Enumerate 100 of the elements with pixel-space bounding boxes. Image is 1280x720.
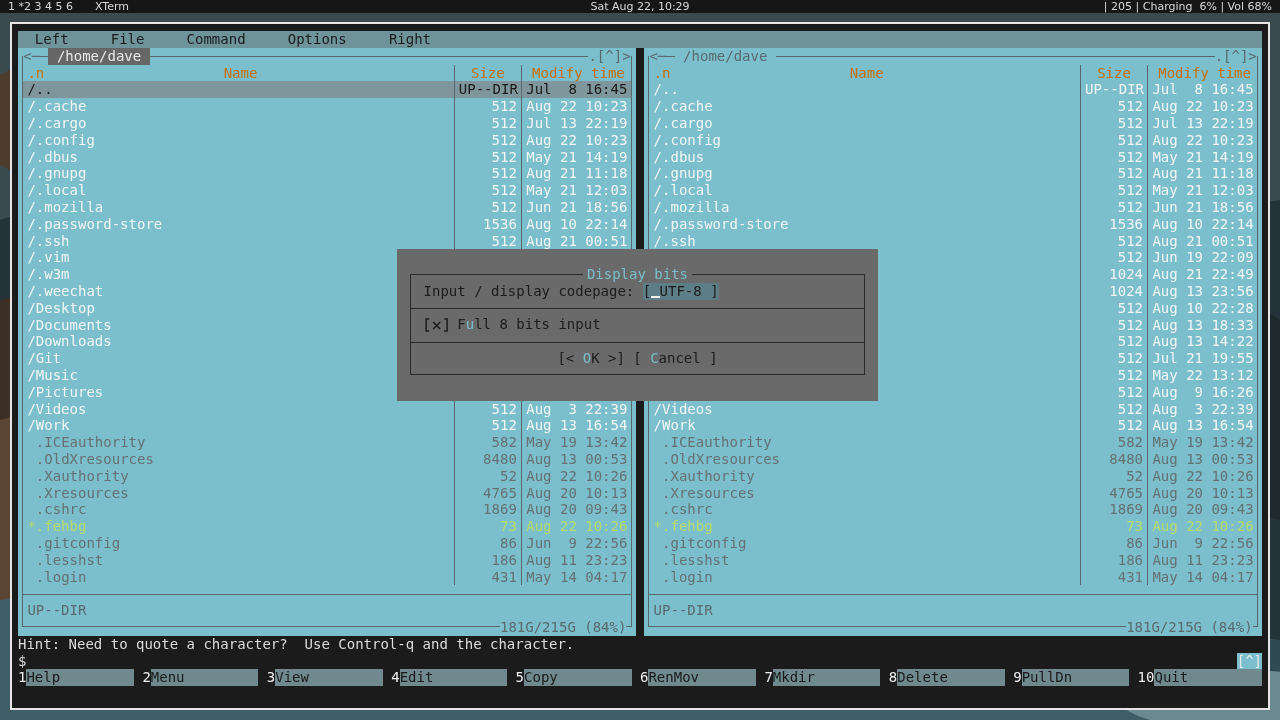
function-key[interactable]: Mkdir <box>772 669 881 687</box>
file-row[interactable]: .cshrc 1869 Aug 20 09:43 <box>649 501 1257 519</box>
file-row[interactable]: /.dbus 512 May 21 14:19 <box>23 148 631 166</box>
file-row[interactable]: /.local 512 May 21 12:03 <box>23 182 631 199</box>
file-row[interactable]: .lesshst 186 Aug 11 23:23 <box>23 551 631 569</box>
file-row[interactable]: /.gnupg 512 Aug 21 11:18 <box>649 165 1257 183</box>
file-row[interactable]: .Xresources 4765 Aug 20 10:13 <box>23 484 631 502</box>
file-size: 512 <box>1117 198 1144 215</box>
menu-item[interactable]: Right <box>388 31 432 48</box>
file-row[interactable]: /.config 512 Aug 22 10:23 <box>649 131 1257 149</box>
file-row[interactable]: .ICEauthority 582 May 19 13:42 <box>23 434 631 451</box>
function-key[interactable]: Menu <box>150 669 259 687</box>
file-size: 512 <box>1117 148 1144 165</box>
file-row[interactable]: .cshrc 1869 Aug 20 09:43 <box>23 501 631 519</box>
file-row[interactable]: /.. UP--DIR Jul 8 16:45 <box>23 81 631 99</box>
input-field[interactable]: [ UTF-8 ] <box>642 282 719 300</box>
file-row[interactable]: /Videos 512 Aug 3 22:39 <box>649 400 1257 418</box>
file-time: Jun 19 22:09 <box>1152 249 1254 266</box>
file-row[interactable]: /.cache 512 Aug 22 10:23 <box>649 98 1257 115</box>
file-size: UP--DIR <box>458 81 518 98</box>
file-time: Aug 22 10:26 <box>526 467 628 484</box>
column-header[interactable]: Modify time <box>1147 64 1257 82</box>
file-row[interactable]: /.password-store 1536 Aug 10 22:14 <box>23 215 631 233</box>
file-row[interactable]: /.mozilla 512 Jun 21 18:56 <box>649 198 1257 216</box>
column-header[interactable]: .n <box>23 64 53 82</box>
column-header[interactable]: Size <box>1079 64 1148 82</box>
function-key[interactable]: Copy <box>524 669 632 687</box>
shell-prompt[interactable]: $ <box>18 652 27 670</box>
menu-item[interactable]: Left <box>34 31 69 48</box>
menu-item[interactable]: Command <box>186 31 246 48</box>
file-row[interactable]: .Xresources 4765 Aug 20 10:13 <box>649 484 1257 502</box>
field-label: Input / display codepage: <box>423 282 635 300</box>
file-row[interactable]: /.cargo 512 Jul 13 22:19 <box>649 115 1257 132</box>
file-size: 52 <box>499 467 517 484</box>
column-header[interactable]: Name <box>678 64 1080 82</box>
function-key[interactable]: PullDn <box>1021 669 1130 687</box>
file-size: 512 <box>1117 249 1144 266</box>
file-row[interactable]: /Work 512 Aug 13 16:54 <box>649 417 1257 435</box>
file-name: .cshrc <box>35 501 87 518</box>
file-size: 512 <box>491 148 517 165</box>
file-row[interactable]: /Work 512 Aug 13 16:54 <box>23 417 631 435</box>
file-row[interactable]: /.ssh 512 Aug 21 00:51 <box>649 232 1257 250</box>
file-time: Aug 20 09:43 <box>1152 501 1254 518</box>
checkbox[interactable] <box>423 317 449 332</box>
file-row[interactable]: /.local 512 May 21 12:03 <box>649 182 1257 199</box>
file-row[interactable]: .gitconfig 86 Jun 9 22:56 <box>23 534 631 552</box>
function-key[interactable]: Edit <box>399 669 508 687</box>
file-name: .OldXresources <box>662 450 781 467</box>
file-size: 52 <box>1126 467 1144 484</box>
file-name: /.gnupg <box>653 165 713 182</box>
file-time: Jul 8 16:45 <box>526 81 628 98</box>
file-time: Aug 13 16:54 <box>1152 417 1254 434</box>
column-header[interactable]: .n <box>649 64 679 82</box>
dialog-button[interactable]: [ Cancel ] <box>633 349 718 367</box>
file-name: /.dbus <box>653 148 705 165</box>
dialog-button[interactable]: [< OK >] <box>557 349 625 367</box>
file-row[interactable]: .login 431 May 14 04:17 <box>649 568 1257 586</box>
file-size: 512 <box>1117 350 1144 367</box>
file-time: Aug 10 22:14 <box>526 215 628 232</box>
file-row[interactable]: /.cache 512 Aug 22 10:23 <box>23 98 631 115</box>
file-row[interactable]: /.dbus 512 May 21 14:19 <box>649 148 1257 166</box>
file-size: 582 <box>1117 434 1144 451</box>
checkbox-label[interactable]: Full 8 bits input <box>457 316 601 334</box>
file-name: /Videos <box>653 400 713 417</box>
menu-item[interactable]: File <box>110 31 145 48</box>
file-row[interactable]: /.mozilla 512 Jun 21 18:56 <box>23 198 631 216</box>
file-size: 1869 <box>1109 501 1144 518</box>
function-key[interactable]: Delete <box>897 669 1005 687</box>
file-row[interactable]: *.fehbg 73 Aug 22 10:26 <box>649 518 1257 535</box>
function-key[interactable]: RenMov <box>648 669 756 687</box>
file-size: 8480 <box>483 450 517 467</box>
file-row[interactable]: .OldXresources 8480 Aug 13 00:53 <box>649 450 1257 468</box>
scroll-marker[interactable]: [^] <box>1236 652 1262 670</box>
function-key[interactable]: Quit <box>1154 669 1262 687</box>
file-time: May 21 14:19 <box>1152 148 1254 165</box>
file-row[interactable]: .ICEauthority 582 May 19 13:42 <box>649 434 1257 451</box>
file-row[interactable]: .Xauthority 52 Aug 22 10:26 <box>649 467 1257 485</box>
file-row[interactable]: .gitconfig 86 Jun 9 22:56 <box>649 534 1257 552</box>
file-row[interactable]: /.. UP--DIR Jul 8 16:45 <box>649 81 1257 99</box>
file-row[interactable]: .login 431 May 14 04:17 <box>23 568 631 586</box>
file-row[interactable]: .Xauthority 52 Aug 22 10:26 <box>23 467 631 485</box>
file-time: May 22 13:12 <box>1152 366 1254 383</box>
file-name: /.local <box>27 182 87 199</box>
file-row[interactable]: /.config 512 Aug 22 10:23 <box>23 131 631 149</box>
file-size: 73 <box>1126 518 1144 535</box>
file-time: Aug 11 23:23 <box>526 551 628 568</box>
file-row[interactable]: .OldXresources 8480 Aug 13 00:53 <box>23 450 631 468</box>
file-row[interactable]: .lesshst 186 Aug 11 23:23 <box>649 551 1257 569</box>
file-name: /.config <box>27 131 95 148</box>
function-key[interactable]: View <box>275 669 383 687</box>
file-row[interactable]: *.fehbg 73 Aug 22 10:26 <box>23 518 631 535</box>
function-key[interactable]: Help <box>26 669 134 687</box>
file-row[interactable]: /.cargo 512 Jul 13 22:19 <box>23 115 631 132</box>
file-panel[interactable] <box>644 47 1262 636</box>
menu-item[interactable]: Options <box>287 31 347 48</box>
column-header[interactable]: Name <box>52 64 454 82</box>
file-row[interactable]: /.password-store 1536 Aug 10 22:14 <box>649 215 1257 233</box>
workspace-list[interactable]: 1 *2 3 4 5 6 <box>8 0 73 13</box>
file-row[interactable]: /.gnupg 512 Aug 21 11:18 <box>23 165 631 183</box>
file-size: 512 <box>1117 366 1144 383</box>
